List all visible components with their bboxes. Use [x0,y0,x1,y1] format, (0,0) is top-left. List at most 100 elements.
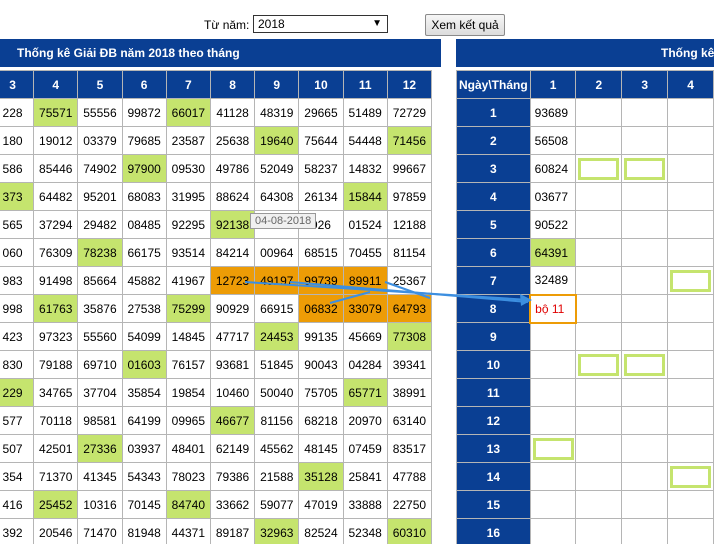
result-cell[interactable]: 71456 [386,126,433,155]
result-cell[interactable]: 51845 [254,350,300,379]
stat-cell[interactable] [529,518,577,544]
stat-cell[interactable]: 64391 [529,238,577,267]
stat-cell[interactable] [575,406,623,435]
result-cell[interactable]: 52049 [254,154,300,183]
result-cell[interactable]: 98581 [77,406,123,435]
result-cell[interactable]: 35876 [77,294,123,323]
result-cell[interactable]: 82524 [298,518,344,544]
result-cell[interactable]: 24453 [254,322,300,351]
result-cell[interactable]: 04284 [342,350,388,379]
stat-cell[interactable] [667,350,714,379]
result-cell[interactable]: 19012 [33,126,79,155]
result-cell[interactable]: 31995 [165,182,211,211]
year-select[interactable]: 2018 ▼ [253,15,388,33]
stat-cell[interactable] [667,98,714,127]
result-cell[interactable]: 51489 [342,98,388,127]
result-cell[interactable]: 93514 [165,238,211,267]
stat-cell[interactable] [667,322,714,351]
result-cell[interactable]: 25452 [33,490,79,519]
result-cell[interactable]: 03379 [77,126,123,155]
stat-cell[interactable] [621,126,669,155]
result-cell[interactable]: 70118 [33,406,79,435]
stat-cell[interactable]: 60824 [529,154,577,183]
result-cell[interactable]: 97900 [121,154,167,183]
stat-cell[interactable] [667,210,714,239]
result-cell[interactable]: 64793 [386,294,433,323]
result-cell[interactable]: 66915 [254,294,300,323]
result-cell[interactable]: 48145 [298,434,344,463]
stat-cell[interactable]: 03677 [529,182,577,211]
result-cell[interactable]: 60310 [386,518,433,544]
result-cell[interactable]: 27336 [77,434,123,463]
result-cell[interactable]: 45562 [254,434,300,463]
result-cell[interactable]: 75705 [298,378,344,407]
stat-cell[interactable] [667,238,714,267]
result-cell[interactable]: 01524 [342,210,388,239]
stat-cell[interactable] [575,210,623,239]
result-cell[interactable]: 373 [0,182,35,211]
result-cell[interactable]: 70455 [342,238,388,267]
result-cell[interactable]: 70145 [121,490,167,519]
stat-cell[interactable] [621,182,669,211]
result-cell[interactable]: 55560 [77,322,123,351]
result-cell[interactable]: 060 [0,238,35,267]
stat-cell[interactable] [667,378,714,407]
result-cell[interactable]: 577 [0,406,35,435]
stat-cell[interactable]: 32489 [529,266,577,295]
result-cell[interactable]: 66175 [121,238,167,267]
result-cell[interactable]: 47717 [209,322,256,351]
result-cell[interactable]: 20546 [33,518,79,544]
stat-cell[interactable] [621,294,669,323]
result-cell[interactable]: 25367 [386,266,433,295]
result-cell[interactable]: 29665 [298,98,344,127]
result-cell[interactable]: 68218 [298,406,344,435]
result-cell[interactable]: 52348 [342,518,388,544]
result-cell[interactable]: 33079 [342,294,388,323]
stat-cell[interactable] [529,490,577,519]
result-cell[interactable]: 79386 [209,462,256,491]
stat-cell[interactable] [621,518,669,544]
result-cell[interactable]: 23587 [165,126,211,155]
result-cell[interactable]: 55556 [77,98,123,127]
result-cell[interactable]: 72729 [386,98,433,127]
result-cell[interactable]: 19854 [165,378,211,407]
result-cell[interactable]: 830 [0,350,35,379]
stat-cell[interactable] [667,266,714,295]
result-cell[interactable]: 81154 [386,238,433,267]
result-cell[interactable]: 54448 [342,126,388,155]
result-cell[interactable]: 85446 [33,154,79,183]
result-cell[interactable]: 19640 [254,126,300,155]
stat-cell[interactable] [621,406,669,435]
result-cell[interactable]: 10460 [209,378,256,407]
stat-cell[interactable]: 56508 [529,126,577,155]
result-cell[interactable]: 75299 [165,294,211,323]
result-cell[interactable]: 89187 [209,518,256,544]
stat-cell[interactable]: 93689 [529,98,577,127]
result-cell[interactable]: 12723 [209,266,256,295]
result-cell[interactable]: 21588 [254,462,300,491]
stat-cell[interactable] [621,210,669,239]
result-cell[interactable]: 92138 [209,210,256,239]
result-cell[interactable]: 97859 [386,182,433,211]
result-cell[interactable]: 90929 [209,294,256,323]
result-cell[interactable]: 228 [0,98,35,127]
result-cell[interactable]: 37704 [77,378,123,407]
stat-cell[interactable] [667,462,714,491]
result-cell[interactable]: 89911 [342,266,388,295]
result-cell[interactable]: 35128 [298,462,344,491]
result-cell[interactable]: 22750 [386,490,433,519]
result-cell[interactable]: 75571 [33,98,79,127]
result-cell[interactable]: 83517 [386,434,433,463]
result-cell[interactable]: 81156 [254,406,300,435]
result-cell[interactable]: 41967 [165,266,211,295]
result-cell[interactable]: 45669 [342,322,388,351]
result-cell[interactable]: 565 [0,210,35,239]
result-cell[interactable]: 49197 [254,266,300,295]
stat-cell[interactable] [575,98,623,127]
result-cell[interactable]: 66017 [165,98,211,127]
stat-cell[interactable] [667,490,714,519]
stat-cell[interactable] [621,378,669,407]
stat-cell[interactable] [621,154,669,183]
result-cell[interactable]: 61763 [33,294,79,323]
stat-cell[interactable] [667,126,714,155]
